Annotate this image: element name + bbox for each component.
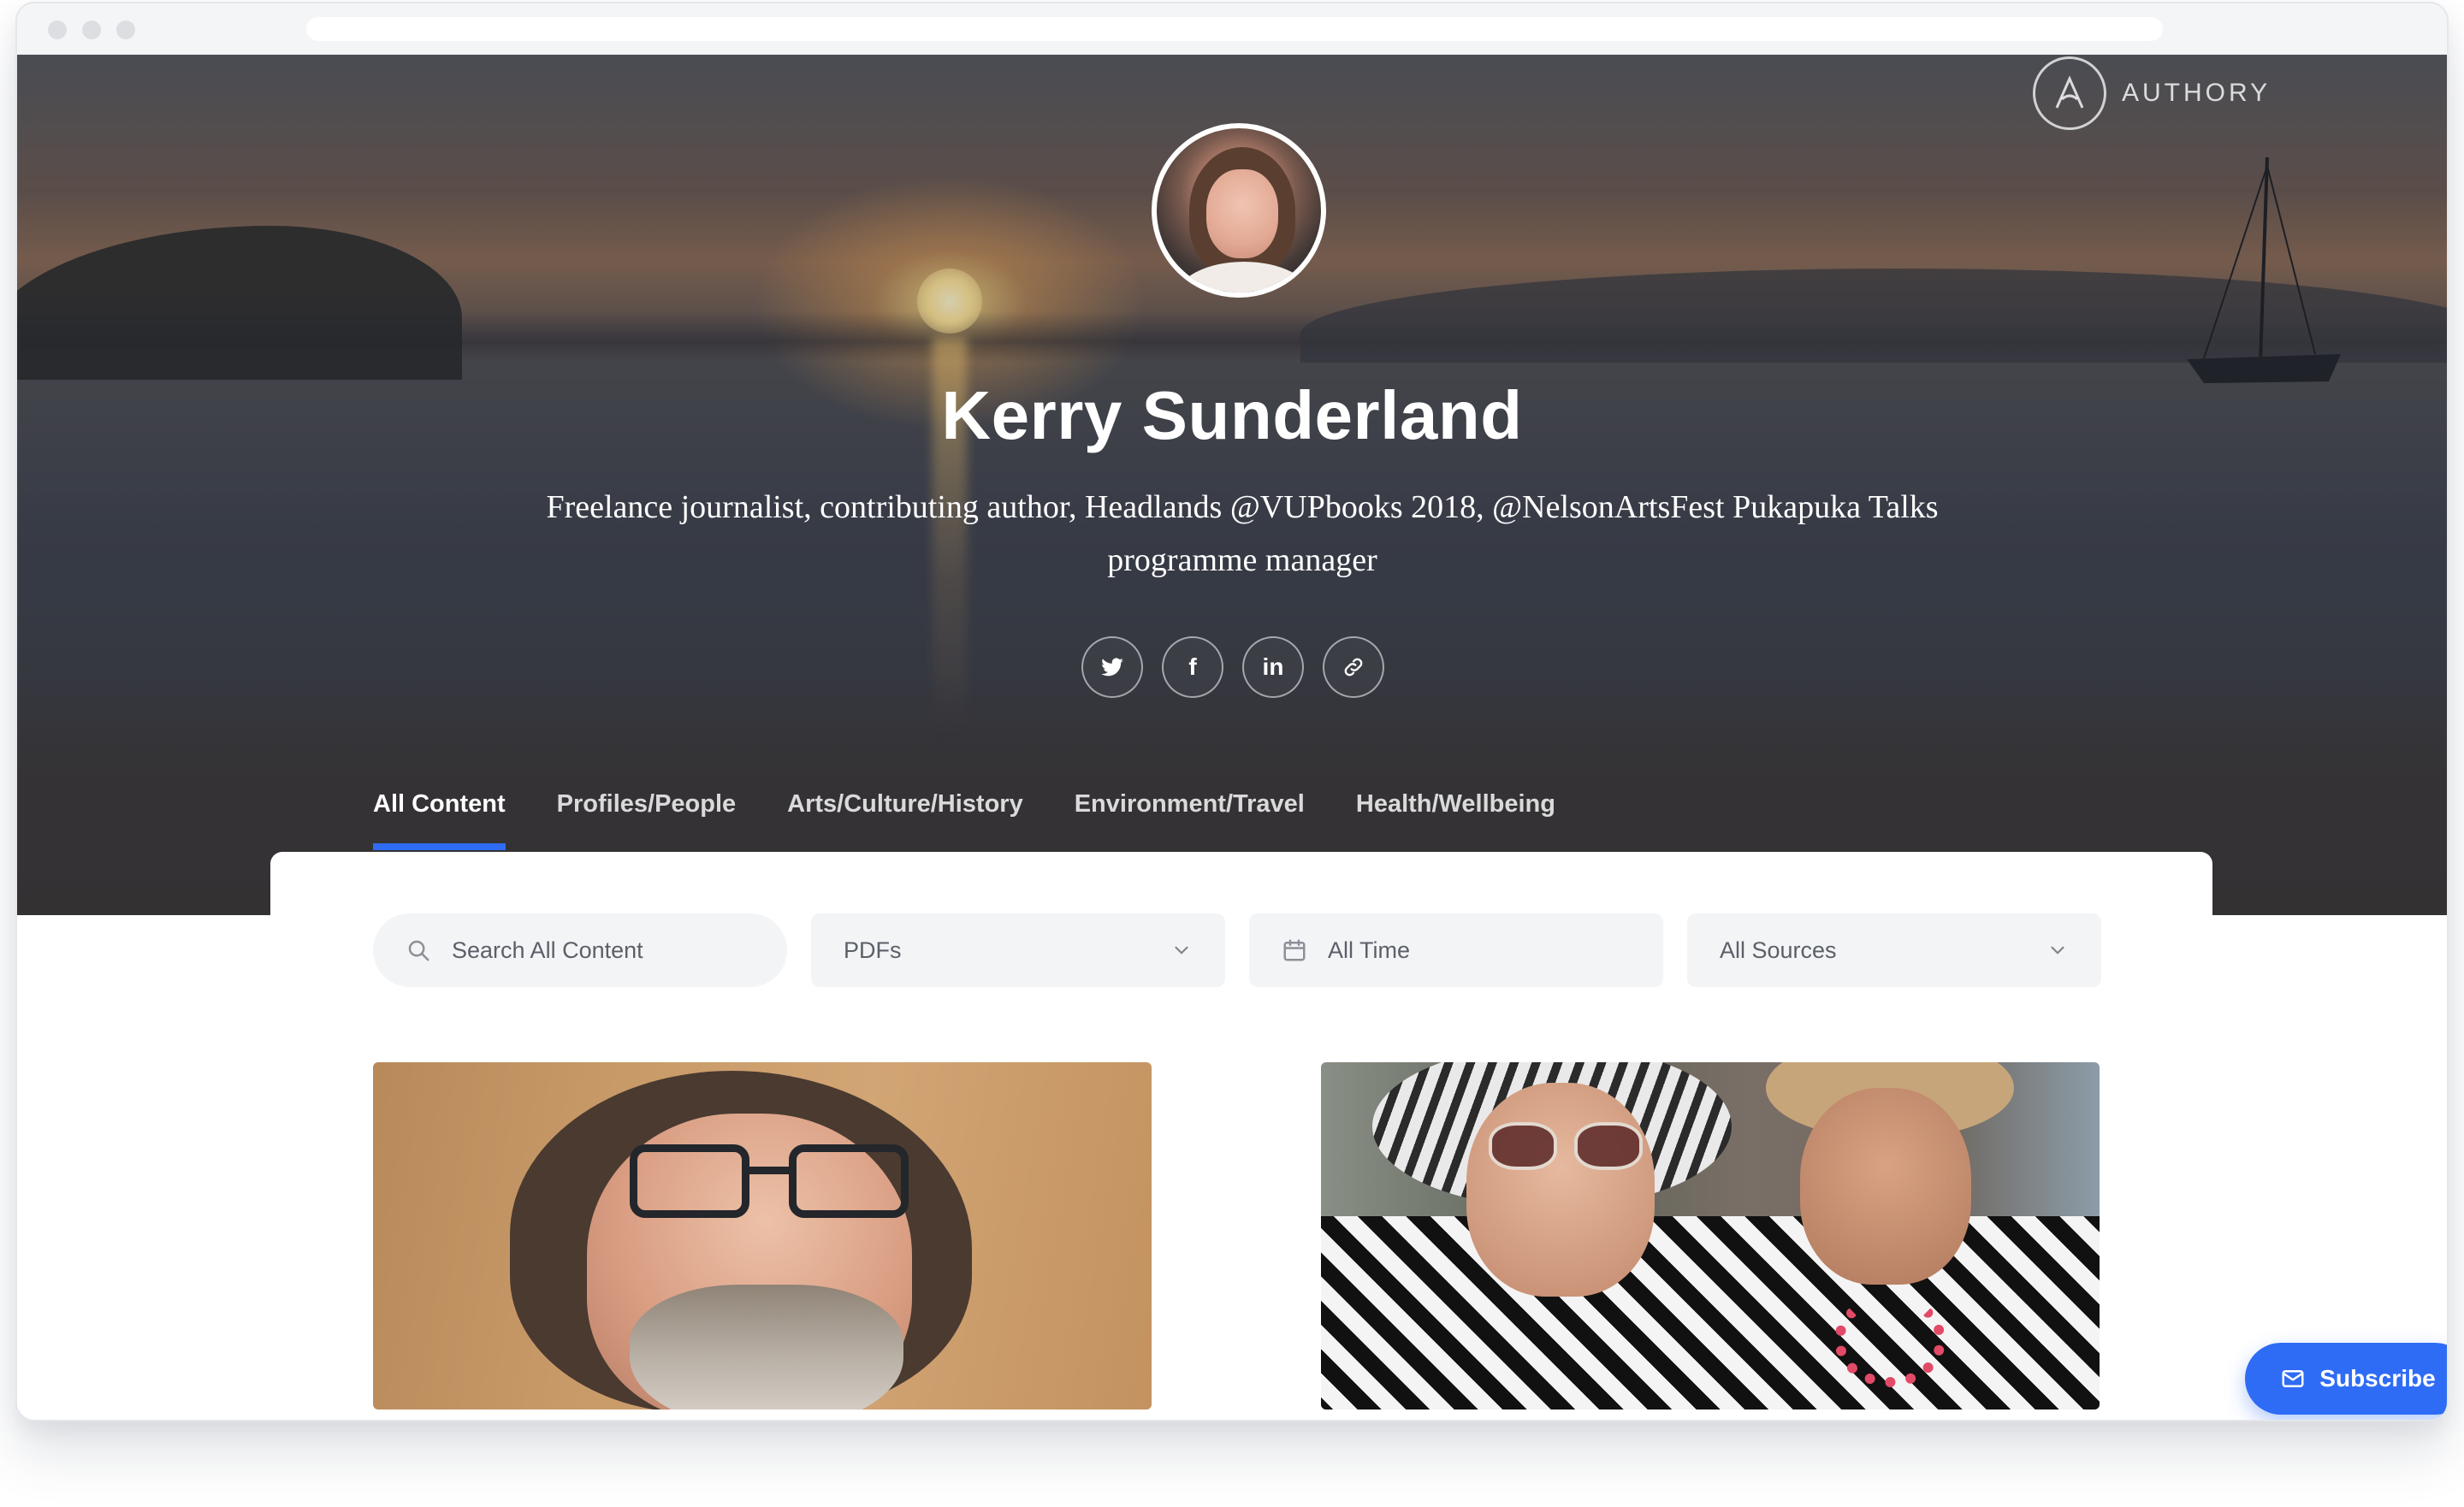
zebra-print-costumes: [1321, 1216, 2100, 1409]
social-links: f in: [1081, 636, 1384, 698]
website-link-button[interactable]: [1323, 636, 1384, 698]
window-maximize-dot[interactable]: [116, 21, 135, 39]
article-card-image[interactable]: [373, 1062, 1152, 1409]
facebook-icon: f: [1188, 653, 1197, 680]
date-range-select[interactable]: All Time: [1249, 913, 1663, 987]
tab-all-content[interactable]: All Content: [373, 778, 506, 850]
category-tabs: All Content Profiles/People Arts/Culture…: [373, 778, 1555, 850]
tab-health-wellbeing[interactable]: Health/Wellbeing: [1356, 778, 1555, 850]
portrait-glasses: [630, 1144, 912, 1221]
tab-environment-travel[interactable]: Environment/Travel: [1075, 778, 1305, 850]
profile-bio: Freelance journalist, contributing autho…: [546, 489, 1939, 578]
bead-necklace: [1834, 1293, 1946, 1387]
search-placeholder: Search All Content: [452, 937, 643, 963]
festival-person-face: [1466, 1083, 1655, 1297]
chevron-down-icon: [1175, 946, 1188, 954]
article-card-image[interactable]: [1321, 1062, 2100, 1409]
window-minimize-dot[interactable]: [82, 21, 101, 39]
content-type-value: PDFs: [844, 937, 902, 963]
source-value: All Sources: [1720, 937, 1837, 963]
twitter-button[interactable]: [1081, 636, 1143, 698]
address-bar[interactable]: [306, 17, 2163, 41]
portrait-beard: [630, 1285, 903, 1409]
chevron-down-icon: [2051, 946, 2064, 954]
linkedin-icon: in: [1262, 653, 1284, 680]
twitter-icon: [1101, 658, 1123, 677]
link-icon: [1344, 658, 1363, 677]
authory-a-logo-icon: [2033, 56, 2106, 130]
window-close-dot[interactable]: [48, 21, 67, 39]
subscribe-label: Subscribe: [2319, 1365, 2436, 1392]
source-select[interactable]: All Sources: [1687, 913, 2101, 987]
browser-window: AUTHORY Kerry Sunderland Freelance journ…: [15, 2, 2449, 1421]
date-range-value: All Time: [1328, 937, 1411, 963]
tab-profiles-people[interactable]: Profiles/People: [557, 778, 737, 850]
authory-logo-text: AUTHORY: [2122, 79, 2272, 107]
search-icon: [408, 940, 429, 961]
facebook-button[interactable]: f: [1162, 636, 1223, 698]
sunglasses: [1489, 1122, 1643, 1173]
profile-name: Kerry Sunderland: [941, 377, 1523, 453]
content-type-select[interactable]: PDFs: [811, 913, 1225, 987]
festival-person-face: [1800, 1088, 1971, 1285]
avatar-shirt: [1177, 262, 1311, 293]
authory-logo[interactable]: AUTHORY: [2033, 56, 2271, 130]
subscribe-button[interactable]: Subscribe: [2245, 1343, 2447, 1415]
filter-bar: Search All Content PDFs All Time All Sou…: [373, 913, 2101, 987]
tab-arts-culture-history[interactable]: Arts/Culture/History: [787, 778, 1023, 850]
avatar-face: [1206, 169, 1278, 258]
linkedin-button[interactable]: in: [1242, 636, 1304, 698]
browser-chrome: [17, 3, 2447, 55]
calendar-icon: [1283, 939, 1306, 961]
profile-avatar: [1152, 123, 1326, 298]
search-input[interactable]: Search All Content: [373, 913, 787, 987]
mail-icon: [2282, 1370, 2304, 1387]
